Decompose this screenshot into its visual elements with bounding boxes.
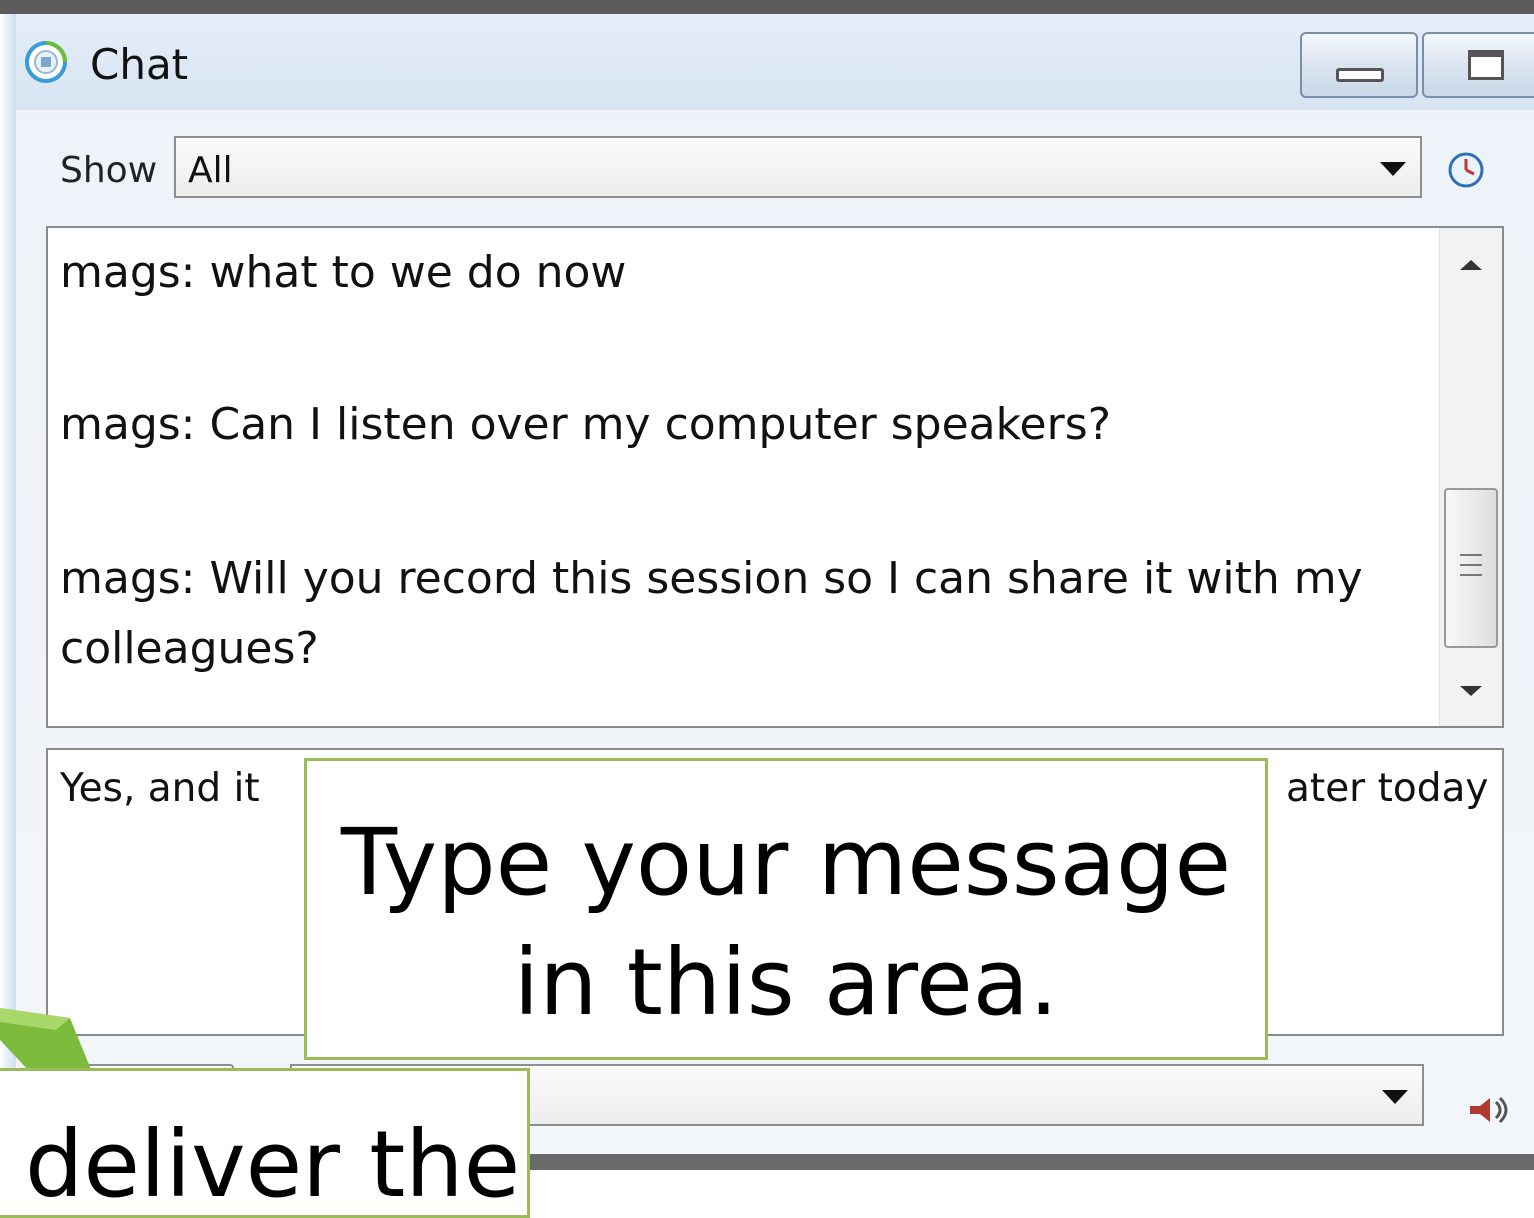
clock-icon[interactable]: [1446, 150, 1486, 190]
window-left-frame: [0, 14, 16, 1170]
grip-icon: [1460, 554, 1482, 576]
message-area-callout: Type your message in this area.: [304, 758, 1268, 1060]
chevron-down-icon: [1380, 162, 1406, 176]
send-hint-callout: deliver the: [0, 1068, 530, 1218]
show-filter-value: All: [188, 150, 233, 191]
window-title: Chat: [90, 40, 189, 89]
title-bar[interactable]: Chat: [16, 14, 1534, 110]
chat-message: mags: what to we do now: [60, 247, 627, 298]
show-filter-select[interactable]: All: [174, 136, 1422, 198]
minimize-button[interactable]: [1300, 32, 1418, 98]
window-top-border: [0, 0, 1534, 14]
chat-message: mags: Can I listen over my computer spea…: [60, 399, 1111, 450]
chevron-down-icon: [1382, 1090, 1408, 1104]
message-input-text-end: ater today: [1286, 766, 1489, 811]
scrollbar-thumb[interactable]: [1444, 488, 1498, 648]
callout-line: deliver the: [25, 1111, 521, 1218]
callout-line: in this area.: [513, 929, 1059, 1036]
scroll-down-icon[interactable]: [1460, 686, 1482, 696]
scroll-up-icon[interactable]: [1460, 260, 1482, 270]
callout-line: Type your message: [340, 809, 1232, 916]
speaker-icon[interactable]: [1466, 1090, 1512, 1130]
chat-message: mags: Will you record this session so I …: [60, 553, 1363, 674]
chat-app-icon: [25, 41, 67, 83]
window-bottom-border: [530, 1154, 1534, 1170]
green-arrow-icon: [0, 1008, 92, 1072]
chat-transcript[interactable]: mags: what to we do now mags: Can I list…: [46, 226, 1504, 728]
minimize-icon: [1336, 68, 1384, 82]
show-label: Show: [60, 150, 158, 191]
message-input-text-start: Yes, and it: [60, 766, 260, 811]
transcript-scrollbar[interactable]: [1439, 228, 1502, 726]
maximize-icon: [1468, 50, 1504, 80]
maximize-button[interactable]: [1422, 32, 1534, 98]
